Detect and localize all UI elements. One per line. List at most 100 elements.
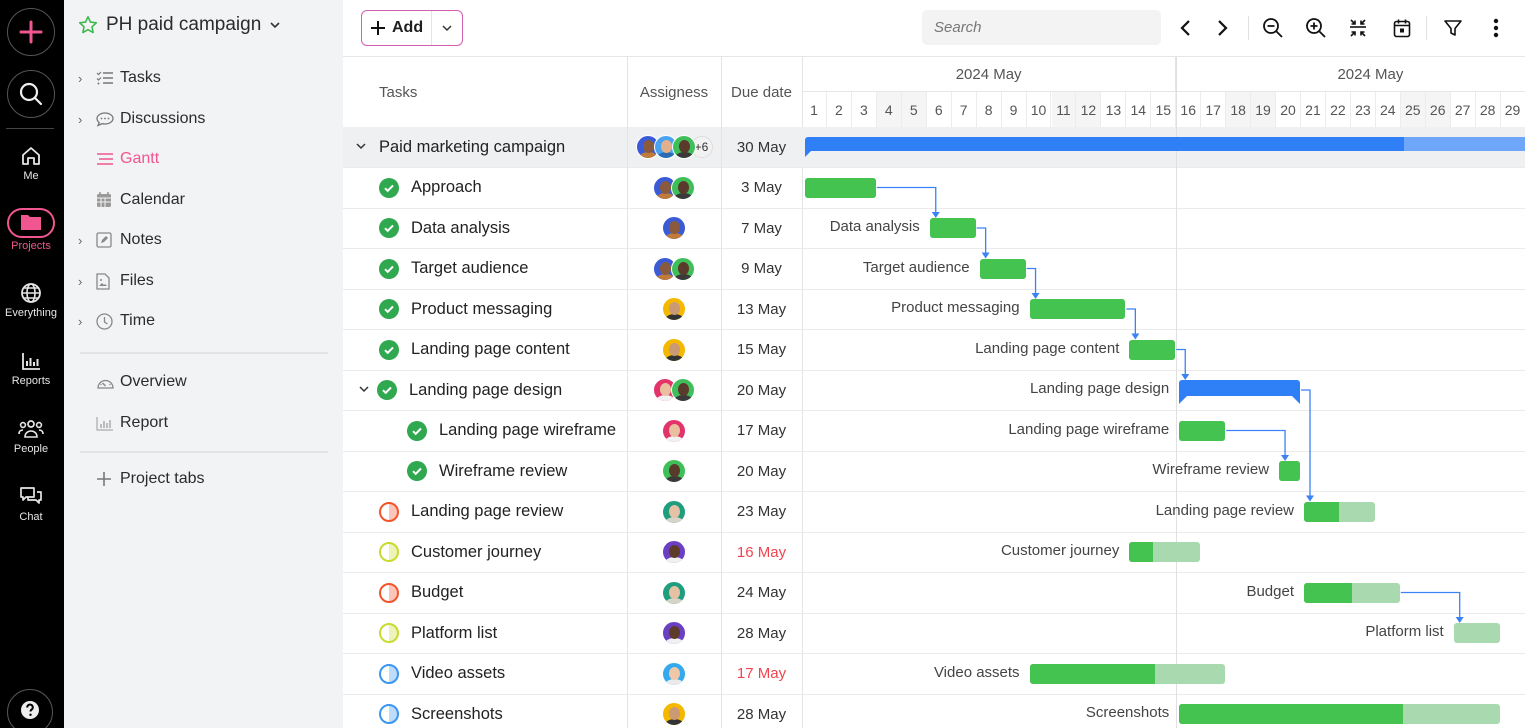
assignees-cell[interactable] bbox=[627, 370, 721, 410]
create-button[interactable] bbox=[7, 8, 55, 56]
assignees-cell[interactable] bbox=[627, 249, 721, 289]
task-row[interactable]: Target audience 9 May bbox=[343, 249, 802, 290]
due-date-cell[interactable]: 13 May bbox=[721, 289, 802, 329]
project-switcher[interactable]: PH paid campaign bbox=[78, 14, 281, 36]
task-row[interactable]: Data analysis 7 May bbox=[343, 208, 802, 249]
task-bar[interactable] bbox=[1029, 299, 1126, 319]
day-header[interactable]: 10 bbox=[1027, 92, 1052, 127]
day-header[interactable]: 17 bbox=[1201, 92, 1227, 127]
day-header[interactable]: 3 bbox=[852, 92, 877, 127]
task-bar[interactable] bbox=[1129, 542, 1201, 562]
rail-item-projects[interactable]: Projects bbox=[0, 208, 62, 252]
rail-item-reports[interactable]: Reports bbox=[0, 350, 62, 387]
completed-status-icon[interactable] bbox=[379, 218, 399, 238]
task-bar[interactable] bbox=[1279, 461, 1300, 481]
day-header[interactable]: 21 bbox=[1301, 92, 1326, 127]
due-date-cell[interactable]: 24 May bbox=[721, 573, 802, 613]
task-bar[interactable] bbox=[1453, 623, 1500, 643]
task-name-cell[interactable]: Landing page wireframe bbox=[343, 411, 627, 451]
today-button[interactable] bbox=[1389, 15, 1415, 41]
sidebar-item-report[interactable]: Report bbox=[78, 411, 168, 435]
add-project-tab-button[interactable]: Project tabs bbox=[78, 467, 204, 491]
due-date-cell[interactable]: 28 May bbox=[721, 694, 802, 728]
in-progress-status-icon[interactable] bbox=[379, 704, 399, 724]
day-header[interactable]: 19 bbox=[1251, 92, 1277, 127]
assignees-cell[interactable] bbox=[627, 208, 721, 248]
chevron-right-icon[interactable]: › bbox=[78, 112, 96, 127]
task-bar[interactable] bbox=[929, 218, 976, 238]
task-row[interactable]: Screenshots 28 May bbox=[343, 694, 802, 728]
sidebar-item-tasks[interactable]: › Tasks bbox=[78, 66, 161, 90]
day-header[interactable]: 11 bbox=[1051, 92, 1077, 127]
task-name-cell[interactable]: Target audience bbox=[343, 249, 627, 289]
in-progress-status-icon[interactable] bbox=[379, 623, 399, 643]
avatar[interactable] bbox=[671, 378, 695, 402]
task-row[interactable]: Landing page wireframe 17 May bbox=[343, 411, 802, 452]
sidebar-item-files[interactable]: › Files bbox=[78, 269, 154, 293]
task-row[interactable]: Landing page review 23 May bbox=[343, 492, 802, 533]
task-name-cell[interactable]: Wireframe review bbox=[343, 451, 627, 491]
day-header[interactable]: 2 bbox=[827, 92, 852, 127]
assignees-cell[interactable] bbox=[627, 613, 721, 653]
day-header[interactable]: 14 bbox=[1126, 92, 1152, 127]
avatar[interactable] bbox=[662, 580, 686, 605]
avatar[interactable] bbox=[671, 135, 696, 159]
task-row[interactable]: Approach 3 May bbox=[343, 168, 802, 209]
task-name-cell[interactable]: Approach bbox=[343, 168, 627, 208]
avatar[interactable] bbox=[662, 459, 686, 483]
task-name-cell[interactable]: Screenshots bbox=[343, 694, 627, 728]
day-header[interactable]: 25 bbox=[1400, 92, 1426, 127]
rail-item-me[interactable]: Me bbox=[0, 145, 62, 182]
due-date-cell[interactable]: 16 May bbox=[721, 532, 802, 572]
day-header[interactable]: 28 bbox=[1476, 92, 1501, 127]
project-row[interactable]: Paid marketing campaign +6 30 May bbox=[343, 127, 802, 168]
day-header[interactable]: 4 bbox=[876, 92, 902, 127]
avatar[interactable] bbox=[671, 256, 695, 281]
chevron-right-icon[interactable]: › bbox=[78, 314, 96, 329]
due-date-cell[interactable]: 15 May bbox=[721, 330, 802, 370]
task-bar[interactable] bbox=[979, 258, 1026, 279]
completed-status-icon[interactable] bbox=[379, 258, 399, 279]
previous-button[interactable] bbox=[1173, 15, 1199, 41]
chevron-right-icon[interactable]: › bbox=[78, 71, 96, 86]
due-date-cell[interactable]: 20 May bbox=[721, 451, 802, 491]
completed-status-icon[interactable] bbox=[377, 380, 397, 400]
assignees-cell[interactable] bbox=[627, 168, 721, 208]
task-name-cell[interactable]: Landing page review bbox=[343, 492, 627, 532]
project-summary-bar[interactable] bbox=[805, 137, 1525, 151]
zoom-in-button[interactable] bbox=[1303, 15, 1329, 41]
avatar[interactable] bbox=[662, 216, 686, 240]
due-date-cell[interactable]: 17 May bbox=[721, 654, 802, 694]
column-header-assignees[interactable]: Assigness bbox=[627, 57, 721, 127]
task-row[interactable]: Customer journey 16 May bbox=[343, 532, 802, 573]
next-button[interactable] bbox=[1209, 15, 1235, 41]
help-button[interactable] bbox=[7, 689, 53, 728]
task-name-cell[interactable]: Platform list bbox=[343, 613, 627, 653]
task-name-cell[interactable]: Landing page design bbox=[343, 370, 627, 410]
avatar[interactable] bbox=[671, 175, 695, 200]
task-row[interactable]: Landing page content 15 May bbox=[343, 330, 802, 371]
chevron-down-icon[interactable] bbox=[355, 383, 373, 398]
day-header[interactable]: 6 bbox=[927, 92, 952, 127]
day-header[interactable]: 5 bbox=[901, 92, 927, 127]
task-bar[interactable] bbox=[1179, 420, 1226, 441]
fit-to-screen-button[interactable] bbox=[1345, 15, 1371, 41]
task-bar[interactable] bbox=[1129, 339, 1176, 360]
task-bar[interactable] bbox=[1304, 582, 1400, 603]
rail-item-everything[interactable]: Everything bbox=[0, 282, 62, 319]
sidebar-item-discussions[interactable]: › Discussions bbox=[78, 107, 205, 131]
task-row[interactable]: Landing page design 20 May bbox=[343, 370, 802, 411]
column-header-tasks[interactable]: Tasks bbox=[379, 57, 417, 127]
sidebar-item-notes[interactable]: › Notes bbox=[78, 228, 162, 252]
avatar[interactable] bbox=[662, 621, 686, 645]
day-header[interactable]: 29 bbox=[1501, 92, 1525, 127]
add-button[interactable]: Add bbox=[362, 11, 433, 45]
day-header[interactable]: 26 bbox=[1425, 92, 1451, 127]
day-header[interactable]: 24 bbox=[1376, 92, 1401, 127]
avatar[interactable] bbox=[662, 540, 686, 564]
task-name-cell[interactable]: Customer journey bbox=[343, 532, 627, 572]
task-name-cell[interactable]: Landing page content bbox=[343, 330, 627, 370]
day-header[interactable]: 27 bbox=[1451, 92, 1476, 127]
assignees-cell[interactable] bbox=[627, 411, 721, 451]
day-header[interactable]: 1 bbox=[802, 92, 827, 127]
